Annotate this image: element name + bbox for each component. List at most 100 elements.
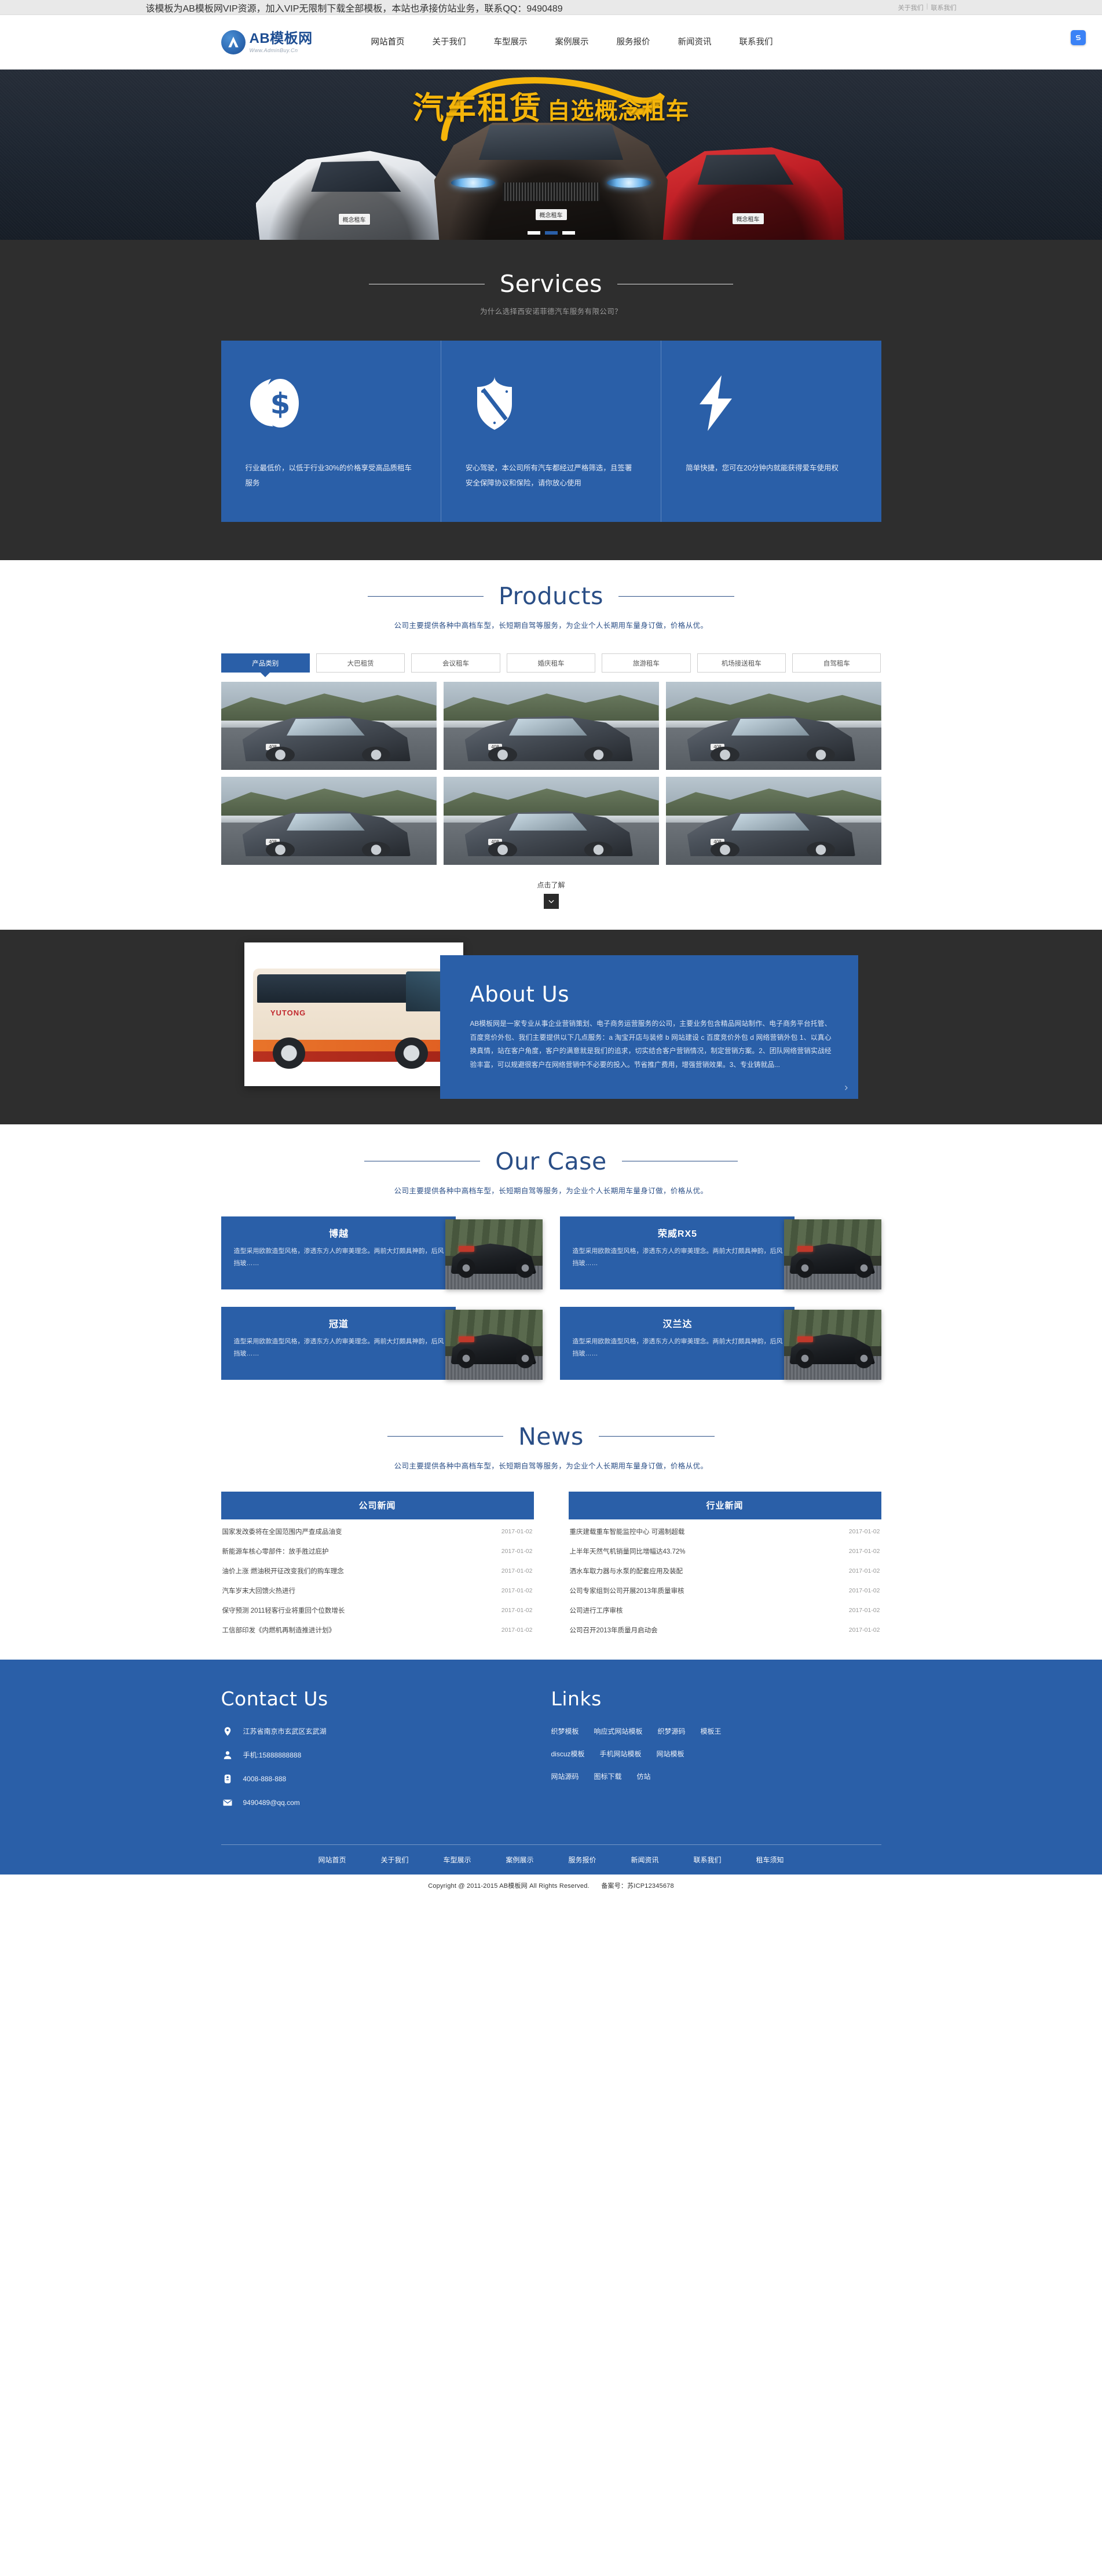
- news-item-title: 上半年天然气机销量同比增幅达43.72%: [569, 1548, 686, 1555]
- nav-item-contact[interactable]: 联系我们: [726, 15, 787, 70]
- case-grid: 博越 造型采用欧款造型风格，渗透东方人的审美理念。两前大灯颇具神韵，后风挡玻………: [221, 1216, 881, 1380]
- news-item-date: 2017-01-02: [501, 1626, 533, 1634]
- case-desc: 造型采用欧款造型风格，渗透东方人的审美理念。两前大灯颇具神韵，后风挡玻……: [233, 1247, 444, 1267]
- envelope-icon: [221, 1797, 234, 1808]
- footer-nav-models[interactable]: 车型展示: [426, 1855, 488, 1865]
- footer-nav-cases[interactable]: 案例展示: [488, 1855, 551, 1865]
- services-heading: Services 为什么选择西安诺菲德汽车服务有限公司？: [0, 270, 1102, 316]
- news-item-date: 2017-01-02: [501, 1606, 533, 1614]
- nav-item-about[interactable]: 关于我们: [419, 15, 480, 70]
- product-card[interactable]: 408: [665, 682, 881, 770]
- link-dedecms-source[interactable]: 织梦源码: [658, 1726, 686, 1736]
- news-item[interactable]: 公司召开2013年质量月启动会 2017-01-02: [569, 1620, 881, 1640]
- services-subtitle: 为什么选择西安诺菲德汽车服务有限公司？: [479, 308, 623, 316]
- tab-airport-transfer[interactable]: 机场接送租车: [697, 653, 786, 673]
- news-item[interactable]: 重庆建载重车智能监控中心 可遏制超载 2017-01-02: [569, 1522, 881, 1541]
- service-card-price[interactable]: $ 行业最低价，以低于行业30%的价格享受高品质租车服务: [221, 341, 441, 522]
- news-item[interactable]: 保守预测 2011轻客行业将重回个位数增长 2017-01-02: [221, 1601, 534, 1620]
- nav-item-models[interactable]: 车型展示: [480, 15, 541, 70]
- nav-item-home[interactable]: 网站首页: [357, 15, 419, 70]
- news-item[interactable]: 上半年天然气机销量同比增幅达43.72% 2017-01-02: [569, 1541, 881, 1561]
- link-responsive-template[interactable]: 响应式网站模板: [594, 1726, 643, 1736]
- product-grid: 408 408 408 408 408 408: [221, 682, 881, 865]
- case-card[interactable]: 冠道 造型采用欧款造型风格，渗透东方人的审美理念。两前大灯颇具神韵，后风挡玻……: [221, 1306, 543, 1380]
- news-item-title: 保守预测 2011轻客行业将重回个位数增长: [222, 1607, 345, 1614]
- footer-nav-about[interactable]: 关于我们: [363, 1855, 426, 1865]
- product-card[interactable]: 408: [443, 777, 659, 865]
- tab-bus-rental[interactable]: 大巴租赁: [316, 653, 405, 673]
- chevron-right-icon[interactable]: [840, 1081, 852, 1094]
- link-dedecms-template[interactable]: 织梦模板: [551, 1726, 579, 1736]
- news-column-industry: 行业新闻 重庆建载重车智能监控中心 可遏制超载 2017-01-02 上半年天然…: [568, 1491, 881, 1640]
- rule-right: [598, 1436, 715, 1437]
- product-card[interactable]: 408: [221, 777, 437, 865]
- footer-nav-news[interactable]: 新闻资讯: [614, 1855, 676, 1865]
- products-section: Products 公司主要提供各种中高档车型，长短期自驾等服务，为企业个人长期用…: [0, 560, 1102, 930]
- product-card[interactable]: 408: [665, 777, 881, 865]
- hero-dot-3[interactable]: [562, 231, 575, 235]
- news-item-title: 公司进行工序审核: [569, 1607, 623, 1614]
- hero-dot-2[interactable]: [544, 231, 558, 235]
- footer-nav-home[interactable]: 网站首页: [301, 1855, 363, 1865]
- news-item[interactable]: 国家发改委将在全国范围内严查成品油变 2017-01-02: [221, 1522, 534, 1541]
- footer-nav-pricing[interactable]: 服务报价: [551, 1855, 614, 1865]
- site-footer: Contact Us 江苏省南京市玄武区玄武湖 手机:15888888888 4…: [0, 1659, 1102, 1875]
- tab-tourism-rental[interactable]: 旅游租车: [602, 653, 691, 673]
- svg-text:$: $: [270, 387, 290, 421]
- chevron-down-icon[interactable]: [543, 894, 559, 909]
- hero-plate-red: 概念租车: [732, 213, 764, 224]
- news-item[interactable]: 汽车岁末大回馈火热进行 2017-01-02: [221, 1581, 534, 1601]
- link-template-king[interactable]: 模板王: [701, 1726, 722, 1736]
- news-item[interactable]: 公司专家组到公司开展2013年质量审核 2017-01-02: [569, 1581, 881, 1601]
- news-item[interactable]: 新能源车核心零部件：放手胜过庇护 2017-01-02: [221, 1541, 534, 1561]
- link-discuz-template[interactable]: discuz模板: [551, 1749, 585, 1759]
- site-logo[interactable]: AB模板网 Www.AdminBuy.Cn: [221, 30, 346, 54]
- contact-email: 9490489@qq.com: [243, 1798, 300, 1807]
- footer-nav-notice[interactable]: 租车须知: [739, 1855, 801, 1865]
- main-navigation: 网站首页 关于我们 车型展示 案例展示 服务报价 新闻资讯 联系我们: [357, 15, 787, 70]
- shield-icon: [466, 365, 636, 441]
- news-item[interactable]: 工信部印发《内燃机再制造推进计划》 2017-01-02: [221, 1620, 534, 1640]
- link-site-clone[interactable]: 仿站: [637, 1771, 651, 1781]
- news-item[interactable]: 洒水车取力器与水泵的配套应用及装配 2017-01-02: [569, 1561, 881, 1581]
- link-mobile-template[interactable]: 手机网站模板: [600, 1749, 642, 1759]
- footer-navigation: 网站首页 关于我们 车型展示 案例展示 服务报价 新闻资讯 联系我们 租车须知: [221, 1844, 881, 1875]
- footer-nav-contact[interactable]: 联系我们: [676, 1855, 739, 1865]
- case-card[interactable]: 博越 造型采用欧款造型风格，渗透东方人的审美理念。两前大灯颇具神韵，后风挡玻……: [221, 1216, 543, 1289]
- tab-product-category[interactable]: 产品类别: [221, 653, 310, 673]
- link-icon-download[interactable]: 图标下载: [594, 1771, 622, 1781]
- logo-url: Www.AdminBuy.Cn: [249, 47, 298, 53]
- tab-self-drive-rental[interactable]: 自驾租车: [792, 653, 881, 673]
- tab-wedding-rental[interactable]: 婚庆租车: [506, 653, 596, 673]
- services-title: Services: [500, 270, 602, 298]
- hero-car-brown: 概念租车: [434, 122, 668, 240]
- top-link-about[interactable]: 关于我们: [898, 3, 924, 12]
- product-card[interactable]: 408: [443, 682, 659, 770]
- news-item[interactable]: 公司进行工序审核 2017-01-02: [569, 1601, 881, 1620]
- news-item-title: 汽车岁末大回馈火热进行: [222, 1587, 296, 1595]
- top-link-separator: |: [926, 2, 928, 10]
- tab-conference-rental[interactable]: 会议租车: [411, 653, 500, 673]
- services-section: Services 为什么选择西安诺菲德汽车服务有限公司？ $ 行业最低价，以低于…: [0, 240, 1102, 561]
- product-card[interactable]: 408: [221, 682, 437, 770]
- nav-item-cases[interactable]: 案例展示: [541, 15, 603, 70]
- service-card-text: 行业最低价，以低于行业30%的价格享受高品质租车服务: [245, 464, 412, 487]
- link-website-source[interactable]: 网站源码: [551, 1771, 579, 1781]
- person-icon: [221, 1750, 234, 1760]
- case-card[interactable]: 汉兰达 造型采用欧款造型风格，渗透东方人的审美理念。两前大灯颇具神韵，后风挡玻……: [559, 1306, 881, 1380]
- hero-dot-1[interactable]: [527, 231, 540, 235]
- top-link-contact[interactable]: 联系我们: [931, 3, 957, 12]
- news-item[interactable]: 油价上涨 燃油税开征改变我们的购车理念 2017-01-02: [221, 1561, 534, 1581]
- floating-share-badge[interactable]: [1071, 30, 1086, 45]
- nav-item-news[interactable]: 新闻资讯: [664, 15, 726, 70]
- case-card[interactable]: 荣威RX5 造型采用欧款造型风格，渗透东方人的审美理念。两前大灯颇具神韵，后风挡…: [559, 1216, 881, 1289]
- news-columns: 公司新闻 国家发改委将在全国范围内严查成品油变 2017-01-02 新能源车核…: [221, 1491, 881, 1640]
- service-card-safety[interactable]: 安心驾驶，本公司所有汽车都经过严格筛选，且签署安全保障协议和保险，请你放心使用: [440, 341, 661, 522]
- rule-left: [387, 1436, 504, 1437]
- telephone-icon: [221, 1774, 234, 1784]
- hero-slider-dots[interactable]: [527, 231, 575, 235]
- service-card-speed[interactable]: 简单快捷，您可在20分钟内就能获得爱车使用权: [661, 341, 881, 522]
- link-website-template[interactable]: 网站模板: [657, 1749, 684, 1759]
- nav-item-pricing[interactable]: 服务报价: [603, 15, 664, 70]
- links-title: Links: [551, 1687, 602, 1710]
